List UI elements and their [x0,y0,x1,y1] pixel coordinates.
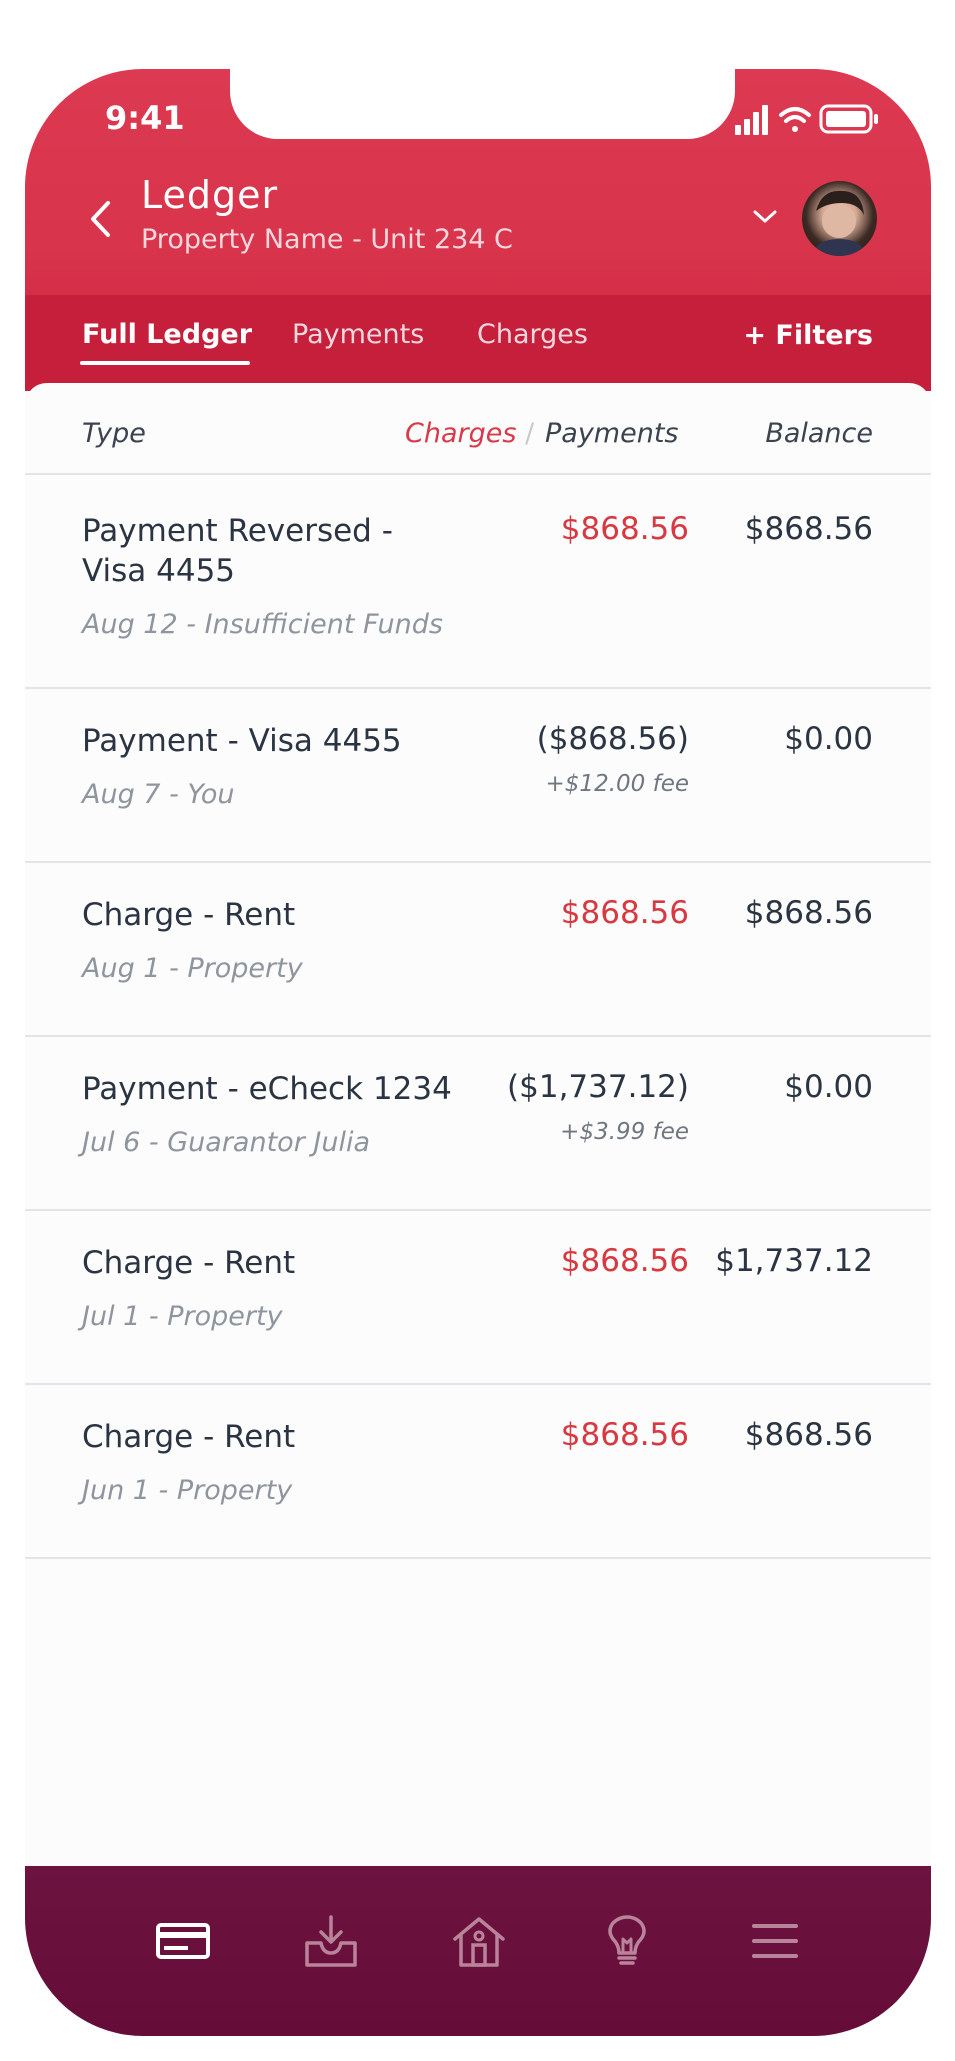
inbox-download-icon [305,1915,357,1967]
battery-icon [819,104,878,134]
status-icons [735,104,878,135]
tab-charges[interactable]: Charges [477,319,588,350]
row-type: Charge - Rent [82,897,296,933]
tab-payments[interactable]: Payments [292,319,424,350]
filters-button[interactable]: + Filters [743,320,873,351]
row-amount: $868.56 [560,1243,689,1279]
chevron-left-icon [91,201,110,237]
nav-home-button[interactable] [449,1911,509,1971]
app-header: 9:41 Ledger Property Name - Unit 234 C F… [25,69,931,391]
row-type: Payment Reversed - Visa 4455 [82,513,393,589]
row-balance: $868.56 [744,1417,873,1453]
avatar-image [812,190,867,256]
row-balance: $868.56 [744,511,873,547]
card-icon [156,1923,210,1959]
row-balance: $0.00 [784,721,873,757]
row-type: Payment - eCheck 1234 [82,1071,452,1107]
device-notch [230,69,735,139]
page-subtitle: Property Name - Unit 234 C [141,224,513,255]
column-header-payments: Payments [545,418,679,449]
row-amount: $868.56 [560,895,689,931]
home-icon [453,1917,505,1967]
row-meta: Jul 1 - Property [82,1301,283,1332]
nav-inbox-button[interactable] [301,1911,361,1971]
ledger-sheet: Type Charges / Payments Balance Payment … [25,383,931,1883]
row-fee: +$3.99 fee [560,1119,689,1145]
bottom-navigation [25,1866,931,2036]
menu-icon [752,1924,798,1958]
row-type: Payment - Visa 4455 [82,723,402,759]
row-meta: Aug 7 - You [82,779,235,810]
row-meta: Jul 6 - Guarantor Julia [82,1127,370,1158]
row-amount: $868.56 [560,511,689,547]
row-amount: ($868.56) [536,721,689,757]
row-meta: Aug 1 - Property [82,953,303,984]
avatar[interactable] [802,181,877,256]
chevron-down-icon [753,210,777,223]
row-balance: $868.56 [744,895,873,931]
row-fee: +$12.00 fee [545,771,689,797]
phone-frame: 9:41 Ledger Property Name - Unit 234 C F… [25,69,931,2036]
tab-full-ledger[interactable]: Full Ledger [82,319,252,350]
ledger-row[interactable]: Payment - Visa 4455 Aug 7 - You ($868.56… [25,689,931,861]
column-header-type: Type [82,418,146,449]
row-balance: $0.00 [784,1069,873,1105]
lightbulb-icon [608,1915,646,1965]
column-header-charges: Charges [405,418,517,449]
ledger-row[interactable]: Charge - Rent Aug 1 - Property $868.56 $… [25,863,931,1035]
column-header-divider: / [525,418,535,449]
active-tab-indicator [80,361,250,365]
ledger-row[interactable]: Payment Reversed - Visa 4455 Aug 12 - In… [25,475,931,687]
row-divider [25,1557,931,1559]
wifi-icon [779,107,811,132]
status-time: 9:41 [105,99,185,137]
ledger-row[interactable]: Charge - Rent Jun 1 - Property $868.56 $… [25,1385,931,1557]
signal-icon [735,105,768,135]
nav-tips-button[interactable] [597,1911,657,1971]
page-title: Ledger [141,173,279,217]
nav-payments-button[interactable] [153,1911,213,1971]
row-type: Charge - Rent [82,1245,296,1281]
ledger-row[interactable]: Payment - eCheck 1234 Jul 6 - Guarantor … [25,1037,931,1209]
row-meta: Aug 12 - Insufficient Funds [82,609,443,640]
nav-menu-button[interactable] [745,1911,805,1971]
property-dropdown-button[interactable] [745,197,785,237]
tab-bar: Full Ledger Payments Charges + Filters [25,295,931,391]
row-balance: $1,737.12 [715,1243,873,1279]
row-meta: Jun 1 - Property [82,1475,293,1506]
back-button[interactable] [75,189,125,249]
row-type: Charge - Rent [82,1419,296,1455]
column-header-balance: Balance [765,418,873,449]
ledger-row[interactable]: Charge - Rent Jul 1 - Property $868.56 $… [25,1211,931,1383]
row-amount: ($1,737.12) [507,1069,689,1105]
row-amount: $868.56 [560,1417,689,1453]
